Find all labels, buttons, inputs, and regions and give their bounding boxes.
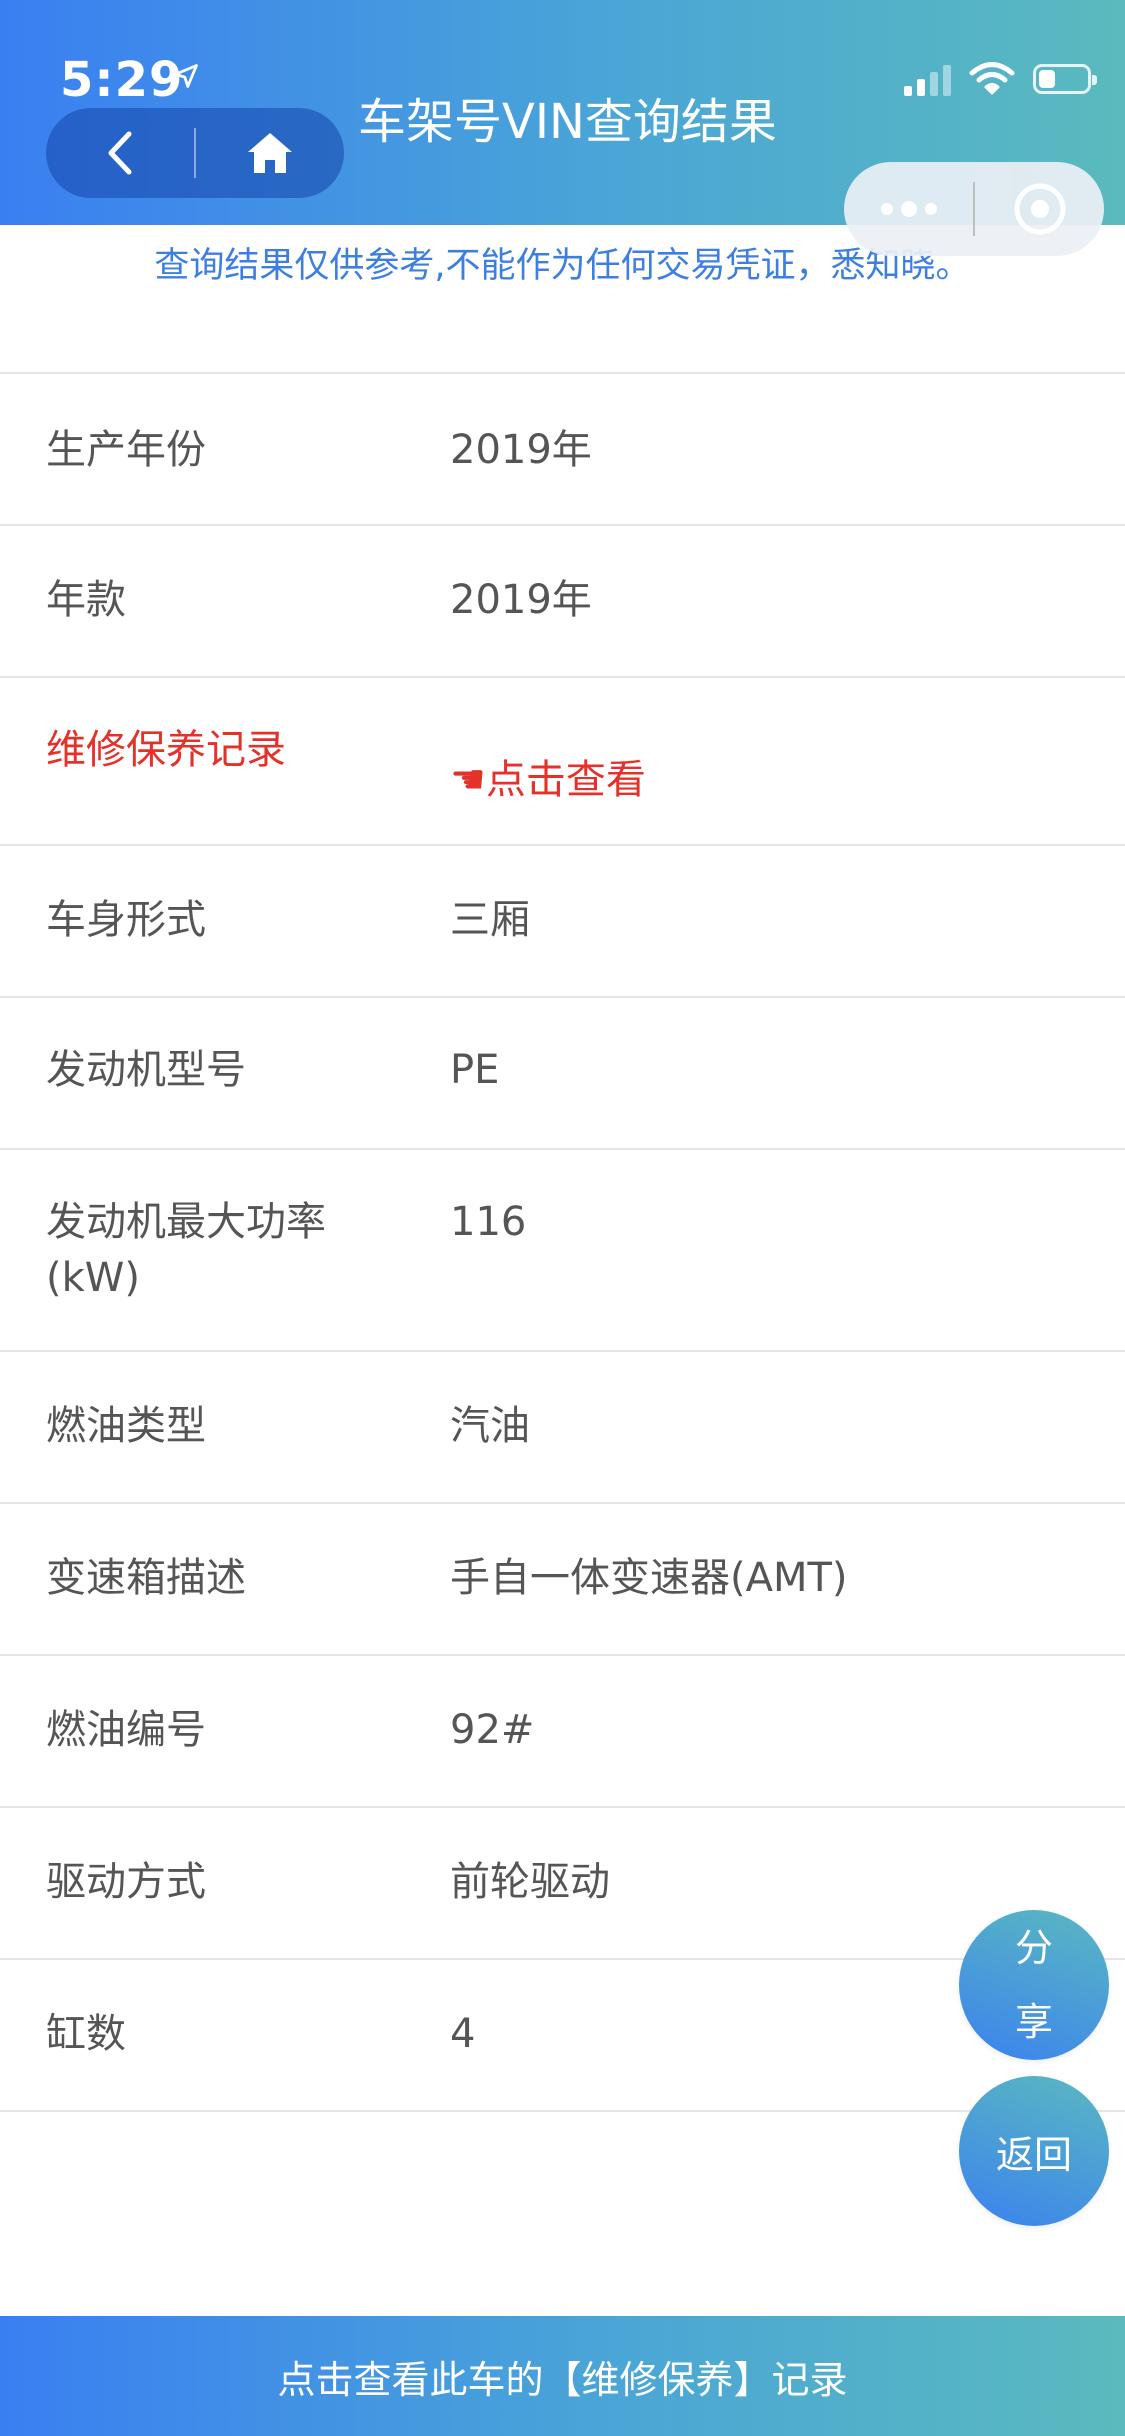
battery-icon	[1033, 64, 1097, 94]
table-row: 年款 2019年	[0, 526, 1125, 678]
table-row: 燃油编号 92#	[0, 1656, 1125, 1808]
status-indicators	[904, 62, 1097, 96]
row-value: 手自一体变速器(AMT)	[450, 1555, 848, 1601]
table-row: 缸数 4	[0, 1960, 1125, 2112]
row-value: 92#	[450, 1707, 535, 1753]
row-value: 汽油	[450, 1403, 530, 1449]
signal-icon	[904, 62, 951, 96]
row-value: 三厢	[450, 897, 530, 943]
more-button[interactable]	[844, 162, 973, 256]
row-label: 缸数	[46, 2011, 126, 2057]
table-row: 变速箱描述 手自一体变速器(AMT)	[0, 1504, 1125, 1656]
row-label: 变速箱描述	[46, 1555, 246, 1601]
share-label-line2: 享	[1014, 2000, 1053, 2044]
row-label: 维修保养记录	[46, 727, 286, 773]
row-value: 116	[450, 1199, 527, 1245]
back-button[interactable]	[46, 108, 194, 198]
row-label: 发动机型号	[46, 1047, 246, 1093]
page-title: 车架号VIN查询结果	[358, 94, 777, 150]
close-miniprogram-button[interactable]	[975, 162, 1104, 256]
row-value: PE	[450, 1047, 500, 1093]
more-dots-icon	[880, 201, 937, 217]
row-value: 前轮驱动	[450, 1859, 610, 1905]
table-row: 发动机型号 PE	[0, 998, 1125, 1150]
view-maintenance-link[interactable]: ☚点击查看	[450, 752, 646, 808]
miniprogram-capsule	[844, 162, 1104, 256]
status-time: 5:29	[60, 52, 184, 108]
row-label: 燃油类型	[46, 1403, 206, 1449]
row-label: 驱动方式	[46, 1859, 206, 1905]
chevron-left-icon	[108, 131, 132, 175]
share-label-line1: 分	[1014, 1926, 1053, 1970]
row-label: 发动机最大功率(kW)	[46, 1199, 326, 1301]
row-value: 2019年	[450, 427, 592, 473]
home-button[interactable]	[196, 108, 344, 198]
home-icon	[247, 133, 292, 173]
table-row: 车身形式 三厢	[0, 846, 1125, 998]
table-row: 生产年份 2019年	[0, 374, 1125, 526]
row-value: 2019年	[450, 577, 592, 623]
row-value: 4	[450, 2011, 476, 2057]
table-row: 驱动方式 前轮驱动	[0, 1808, 1125, 1960]
location-arrow-icon	[174, 64, 198, 88]
back-floating-button[interactable]: 返回	[959, 2076, 1109, 2226]
table-row: 发动机最大功率(kW) 116	[0, 1150, 1125, 1352]
table-row-maintenance[interactable]: 维修保养记录 ☚点击查看	[0, 678, 1125, 846]
row-label: 生产年份	[46, 427, 206, 473]
row-label: 燃油编号	[46, 1707, 206, 1753]
target-icon	[1014, 183, 1065, 235]
view-maintenance-bar[interactable]: 点击查看此车的【维修保养】记录	[0, 2316, 1125, 2436]
table-row: 燃油类型 汽油	[0, 1352, 1125, 1504]
wifi-icon	[969, 62, 1015, 95]
share-button[interactable]: 分 享	[959, 1910, 1109, 2060]
nav-capsule	[46, 108, 344, 198]
row-label: 年款	[46, 577, 126, 623]
row-label: 车身形式	[46, 897, 206, 943]
